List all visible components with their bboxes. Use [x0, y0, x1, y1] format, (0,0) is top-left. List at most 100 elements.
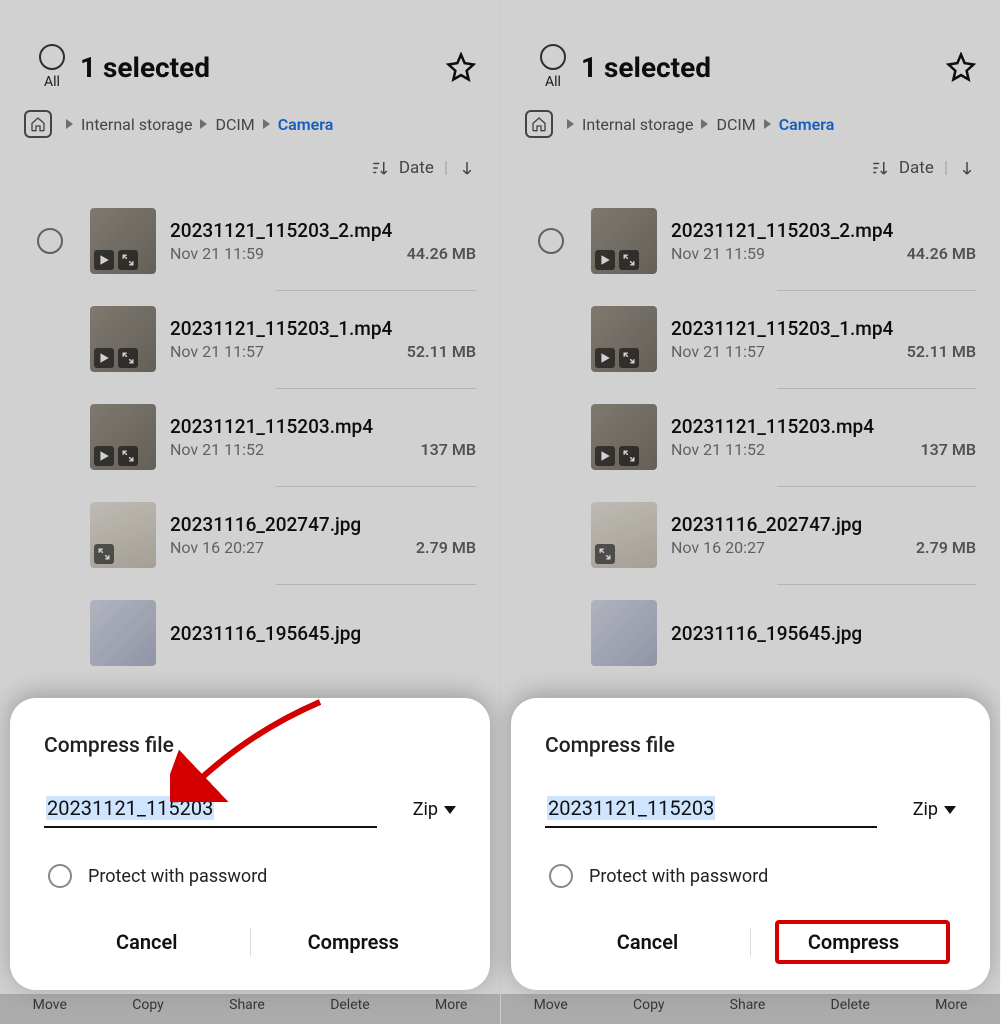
- list-item[interactable]: 20231121_115203.mp4 Nov 21 11:52 137 MB: [591, 388, 1000, 486]
- home-icon[interactable]: [24, 110, 52, 138]
- cancel-button[interactable]: Cancel: [545, 916, 750, 968]
- favorite-icon[interactable]: [446, 52, 476, 82]
- thumbnail: [90, 502, 156, 568]
- file-name: 20231121_115203_1.mp4: [170, 317, 476, 340]
- file-name: 20231116_202747.jpg: [170, 513, 476, 536]
- compress-dialog: Compress file 20231121_115203 Zip Protec…: [511, 698, 990, 990]
- chevron-right-icon: [263, 119, 270, 129]
- file-list: 20231121_115203_2.mp4 Nov 21 11:59 44.26…: [0, 192, 500, 682]
- sort-controls: Date |: [0, 158, 500, 192]
- file-size: 44.26 MB: [907, 244, 976, 263]
- file-date: Nov 16 20:27: [671, 538, 765, 557]
- password-label: Protect with password: [589, 866, 768, 887]
- expand-icon: [94, 544, 114, 564]
- thumbnail: [591, 306, 657, 372]
- checkbox[interactable]: [37, 228, 63, 254]
- action-share[interactable]: Share: [730, 997, 766, 1013]
- action-more[interactable]: More: [935, 997, 967, 1013]
- filename-input[interactable]: 20231121_115203: [545, 792, 877, 828]
- action-copy[interactable]: Copy: [633, 997, 665, 1013]
- arrow-down-icon[interactable]: [458, 159, 476, 177]
- action-delete[interactable]: Delete: [330, 997, 369, 1013]
- header: All 1 selected: [0, 0, 500, 102]
- list-item[interactable]: 20231121_115203_2.mp4 Nov 21 11:59 44.26…: [501, 192, 1000, 290]
- breadcrumb-segment[interactable]: DCIM: [716, 115, 755, 134]
- password-toggle-row[interactable]: Protect with password: [545, 864, 956, 888]
- select-all-toggle[interactable]: [39, 44, 65, 70]
- sort-controls: Date |: [501, 158, 1000, 192]
- list-item[interactable]: 20231116_202747.jpg Nov 16 20:27 2.79 MB: [90, 486, 500, 584]
- play-icon: [595, 348, 615, 368]
- header: All 1 selected: [501, 0, 1000, 102]
- cancel-button[interactable]: Cancel: [44, 916, 250, 968]
- format-dropdown[interactable]: Zip: [913, 799, 956, 828]
- expand-icon: [595, 544, 615, 564]
- file-size: 137 MB: [920, 440, 976, 459]
- breadcrumb-current[interactable]: Camera: [779, 115, 835, 134]
- action-copy[interactable]: Copy: [132, 997, 164, 1013]
- chevron-right-icon: [701, 119, 708, 129]
- screenshot-left: All 1 selected Internal storage DCIM Cam…: [0, 0, 500, 1024]
- compress-button[interactable]: Compress: [751, 916, 956, 968]
- file-date: Nov 21 11:59: [671, 244, 765, 263]
- list-item[interactable]: 20231121_115203_2.mp4 Nov 21 11:59 44.26…: [0, 192, 500, 290]
- sort-icon[interactable]: [371, 159, 389, 177]
- list-item[interactable]: 20231121_115203.mp4 Nov 21 11:52 137 MB: [90, 388, 500, 486]
- select-all-toggle[interactable]: [540, 44, 566, 70]
- file-name: 20231121_115203_2.mp4: [170, 219, 476, 242]
- expand-icon: [619, 250, 639, 270]
- arrow-down-icon[interactable]: [958, 159, 976, 177]
- chevron-right-icon: [200, 119, 207, 129]
- breadcrumb-segment[interactable]: Internal storage: [582, 115, 693, 134]
- select-all-label: All: [44, 74, 60, 90]
- sort-label[interactable]: Date: [399, 158, 434, 178]
- thumbnail: [591, 208, 657, 274]
- list-item[interactable]: 20231116_202747.jpg Nov 16 20:27 2.79 MB: [591, 486, 1000, 584]
- sort-icon[interactable]: [871, 159, 889, 177]
- play-icon: [94, 348, 114, 368]
- compress-dialog: Compress file 20231121_115203 Zip Protec…: [10, 698, 490, 990]
- breadcrumb-segment[interactable]: Internal storage: [81, 115, 192, 134]
- action-share[interactable]: Share: [229, 997, 265, 1013]
- expand-icon: [118, 446, 138, 466]
- checkbox[interactable]: [538, 228, 564, 254]
- sort-label[interactable]: Date: [899, 158, 934, 178]
- thumbnail: [90, 404, 156, 470]
- filename-input[interactable]: 20231121_115203: [44, 792, 377, 828]
- bottom-action-bar: Move Copy Share Delete More: [0, 994, 500, 1024]
- breadcrumb-current[interactable]: Camera: [278, 115, 334, 134]
- format-dropdown[interactable]: Zip: [413, 799, 456, 828]
- play-icon: [94, 250, 114, 270]
- action-more[interactable]: More: [435, 997, 467, 1013]
- compress-button[interactable]: Compress: [251, 916, 457, 968]
- thumbnail: [90, 600, 156, 666]
- file-date: Nov 16 20:27: [170, 538, 264, 557]
- expand-icon: [118, 250, 138, 270]
- list-item[interactable]: 20231116_195645.jpg: [591, 584, 1000, 682]
- format-label: Zip: [913, 799, 938, 820]
- action-move[interactable]: Move: [33, 997, 67, 1013]
- action-delete[interactable]: Delete: [831, 997, 870, 1013]
- file-name: 20231116_195645.jpg: [671, 622, 976, 645]
- chevron-right-icon: [764, 119, 771, 129]
- list-item[interactable]: 20231121_115203_1.mp4 Nov 21 11:57 52.11…: [591, 290, 1000, 388]
- password-toggle-row[interactable]: Protect with password: [44, 864, 456, 888]
- format-label: Zip: [413, 799, 438, 820]
- divider: |: [944, 158, 948, 178]
- list-item[interactable]: 20231116_195645.jpg: [90, 584, 500, 682]
- thumbnail: [591, 404, 657, 470]
- breadcrumb-segment[interactable]: DCIM: [215, 115, 254, 134]
- action-move[interactable]: Move: [534, 997, 568, 1013]
- list-item[interactable]: 20231121_115203_1.mp4 Nov 21 11:57 52.11…: [90, 290, 500, 388]
- file-name: 20231116_202747.jpg: [671, 513, 976, 536]
- thumbnail: [90, 306, 156, 372]
- home-icon[interactable]: [525, 110, 553, 138]
- file-size: 137 MB: [420, 440, 476, 459]
- favorite-icon[interactable]: [946, 52, 976, 82]
- radio-icon[interactable]: [549, 864, 573, 888]
- file-date: Nov 21 11:59: [170, 244, 264, 263]
- breadcrumb: Internal storage DCIM Camera: [0, 102, 500, 158]
- file-date: Nov 21 11:52: [671, 440, 765, 459]
- dialog-title: Compress file: [545, 734, 956, 758]
- radio-icon[interactable]: [48, 864, 72, 888]
